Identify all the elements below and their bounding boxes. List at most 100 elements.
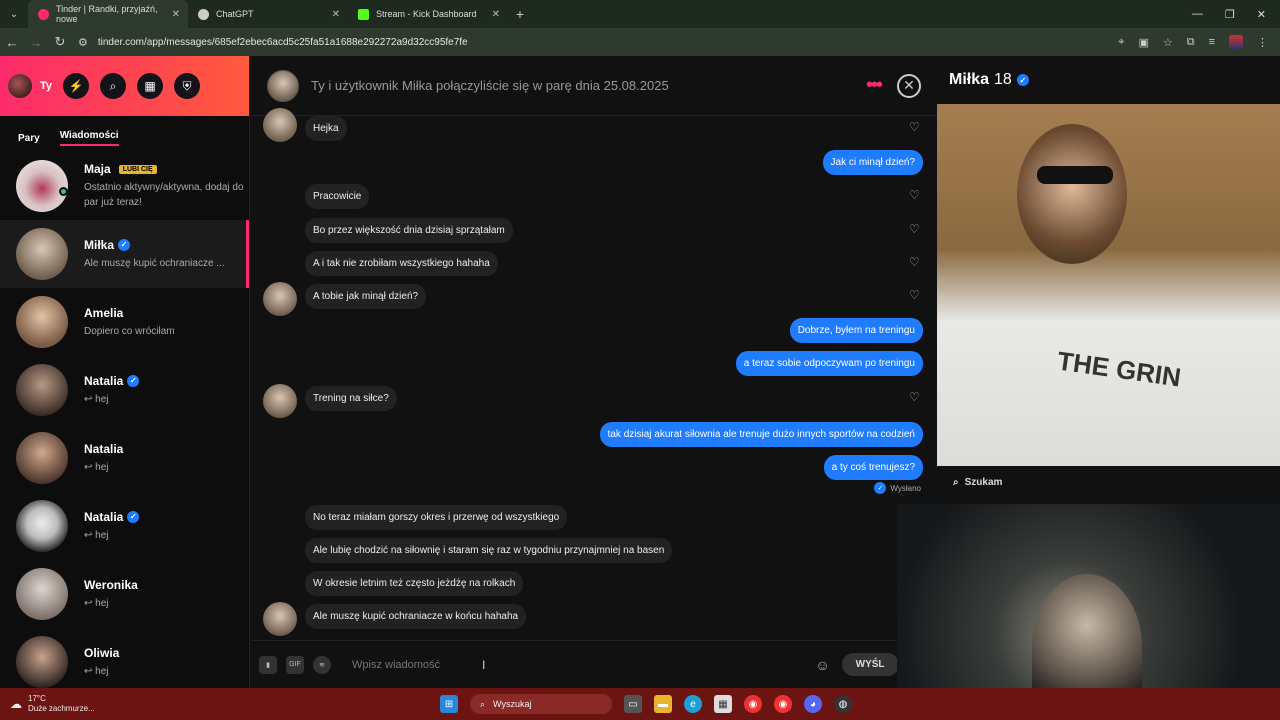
like-heart-icon[interactable]: ♡ [909, 288, 920, 302]
incoming-message[interactable]: Pracowicie [305, 184, 370, 209]
boost-button[interactable]: ⚡ [63, 73, 90, 99]
conversation-item[interactable]: Natalia ✓ ↩ hej [0, 492, 249, 560]
weather-desc: Duże zachmurze... [28, 704, 95, 713]
sender-avatar[interactable] [263, 108, 297, 142]
outgoing-message[interactable]: Jak ci minął dzień? [822, 150, 923, 175]
taskbar-search[interactable]: ⌕ Wyszukaj [470, 694, 612, 714]
obs-icon[interactable]: ◍ [834, 695, 852, 713]
tab-wiadomosci[interactable]: Wiadomości [59, 130, 119, 146]
sender-avatar[interactable] [263, 282, 297, 316]
site-info-icon[interactable]: ⚙ [78, 36, 88, 49]
explore-button[interactable]: ⌕ [100, 73, 127, 99]
close-chat-button[interactable]: ✕ [897, 73, 921, 98]
incoming-message[interactable]: Bo przez większość dnia dzisiaj sprzątał… [305, 218, 513, 243]
new-tab-button[interactable]: + [508, 6, 532, 22]
file-explorer-icon[interactable]: ▬ [654, 695, 672, 713]
conversation-preview: ↩ hej [84, 461, 109, 473]
chrome-icon[interactable]: ◉ [744, 695, 762, 713]
tab-chatgpt[interactable]: ChatGPT ✕ [188, 0, 348, 28]
close-tab-icon[interactable]: ✕ [492, 9, 500, 20]
chrome-profile-icon[interactable]: ◉ [774, 695, 792, 713]
explore-icon: ⌕ [109, 78, 117, 93]
tab-title: ChatGPT [216, 9, 254, 19]
my-avatar[interactable] [8, 74, 32, 98]
like-heart-icon[interactable]: ♡ [909, 120, 920, 134]
url-field[interactable]: tinder.com/app/messages/685ef2ebec6acd5c… [98, 37, 468, 48]
conversation-item[interactable]: Natalia ✓ ↩ hej [0, 356, 249, 424]
tab-tinder[interactable]: Tinder | Randki, przyjaźń, nowe ✕ [28, 0, 188, 28]
reading-list-icon[interactable]: ≡ [1209, 36, 1215, 48]
conversation-preview: ↩ hej [84, 393, 109, 405]
conversation-name: Weronika [84, 577, 138, 592]
conversation-name-row: Amelia [84, 306, 244, 320]
spotify-button[interactable]: ≋ [313, 655, 331, 674]
conversation-item[interactable]: Amelia Dopiero co wróciłam [0, 288, 249, 356]
incoming-message[interactable]: Hejka [305, 116, 347, 141]
safety-button[interactable]: ⛨ [174, 73, 201, 99]
like-heart-icon[interactable]: ♡ [909, 390, 920, 404]
avatar [16, 500, 68, 552]
incoming-message[interactable]: Ale lubię chodzić na siłownię i staram s… [305, 538, 673, 563]
edge-icon[interactable]: e [684, 695, 702, 713]
like-heart-icon[interactable]: ♡ [909, 255, 920, 269]
send-button[interactable]: WYŚL [841, 653, 899, 676]
tab-pary[interactable]: Pary [18, 133, 40, 144]
incoming-message[interactable]: W okresie letnim też często jeżdżę na ro… [305, 571, 524, 596]
outgoing-message[interactable]: tak dzisiaj akurat siłownia ale trenuje … [599, 422, 923, 447]
minimize-icon[interactable]: — [1192, 8, 1203, 21]
close-window-icon[interactable]: ✕ [1257, 8, 1266, 21]
maximize-icon[interactable]: ❐ [1225, 8, 1235, 21]
like-heart-icon[interactable]: ♡ [909, 222, 920, 236]
conversation-preview: ↩ hej [84, 597, 109, 609]
close-tab-icon[interactable]: ✕ [332, 9, 340, 20]
sender-avatar[interactable] [263, 384, 297, 418]
emoji-icon[interactable]: ☺ [815, 657, 829, 673]
outgoing-message[interactable]: a ty coś trenujesz? [823, 455, 923, 480]
kick-favicon-icon [358, 8, 369, 20]
location-icon[interactable]: ⌖ [1118, 36, 1124, 49]
incoming-message[interactable]: A i tak nie zrobiłam wszystkiego hahaha [305, 251, 498, 276]
incoming-message[interactable]: No teraz miałam gorszy okres i przerwę o… [305, 505, 568, 530]
outgoing-message[interactable]: a teraz sobie odpoczywam po treningu [735, 351, 923, 376]
conversation-item[interactable]: Natalia ↩ hej [0, 424, 249, 492]
bookmark-star-icon[interactable]: ☆ [1163, 36, 1173, 49]
menu-dots-icon[interactable]: ⋮ [1257, 36, 1268, 49]
start-windows-icon[interactable]: ⊞ [440, 695, 458, 713]
briefcase-button[interactable]: ▦ [137, 73, 164, 99]
gif-button[interactable]: GIF [286, 655, 304, 674]
profile-photo[interactable]: THE GRIN [937, 104, 1280, 466]
forward-icon[interactable]: → [24, 35, 48, 50]
match-avatar[interactable] [267, 69, 299, 102]
conversation-preview: Ale muszę kupić ochraniacze ... [84, 257, 225, 269]
extensions-icon[interactable]: ⧉ [1187, 36, 1195, 49]
avatar [16, 636, 68, 688]
conversation-name-row: Natalia ✓ [84, 374, 244, 388]
conversation-item[interactable]: Oliwia ↩ hej [0, 628, 249, 688]
more-options-icon[interactable]: ••• [866, 74, 883, 97]
sticker-button[interactable]: ▮ [259, 655, 277, 674]
tab-search-chevron-icon[interactable]: ⌄ [0, 9, 28, 20]
discord-icon[interactable]: ◕ [804, 695, 822, 713]
store-icon[interactable]: ▦ [714, 695, 732, 713]
like-heart-icon[interactable]: ♡ [909, 188, 920, 202]
avatar [16, 432, 68, 484]
conversation-item[interactable]: Miłka ✓ Ale muszę kupić ochraniacze ... [0, 220, 249, 288]
profile-avatar[interactable] [1229, 35, 1243, 49]
back-icon[interactable]: ← [0, 35, 24, 50]
sender-avatar[interactable] [263, 602, 297, 636]
my-profile-label[interactable]: Ty [40, 80, 52, 92]
conversation-item[interactable]: Weronika ↩ hej [0, 560, 249, 628]
reload-icon[interactable]: ↻ [48, 34, 72, 50]
cast-icon[interactable]: ▣ [1138, 36, 1148, 49]
close-tab-icon[interactable]: ✕ [172, 9, 180, 20]
outgoing-message[interactable]: Dobrze, byłem na treningu [789, 318, 923, 343]
tab-kick[interactable]: Stream - Kick Dashboard ✕ [348, 0, 508, 28]
incoming-message[interactable]: Ale muszę kupić ochraniacze w końcu haha… [305, 604, 527, 629]
incoming-message[interactable]: A tobie jak minął dzień? [305, 284, 427, 309]
conversation-item[interactable]: Maja LUBI CIĘ Ostatnio aktywny/aktywna, do… [0, 152, 249, 220]
task-view-icon[interactable]: ▭ [624, 695, 642, 713]
incoming-message[interactable]: Trening na siłce? [305, 386, 397, 411]
message-input[interactable] [352, 658, 812, 671]
message-list: Hejka ♡ Jak ci minął dzień? Pracowicie ♡ Bo p… [251, 108, 937, 636]
weather-widget[interactable]: ☁ 17°C Duże zachmurze... [0, 694, 95, 714]
